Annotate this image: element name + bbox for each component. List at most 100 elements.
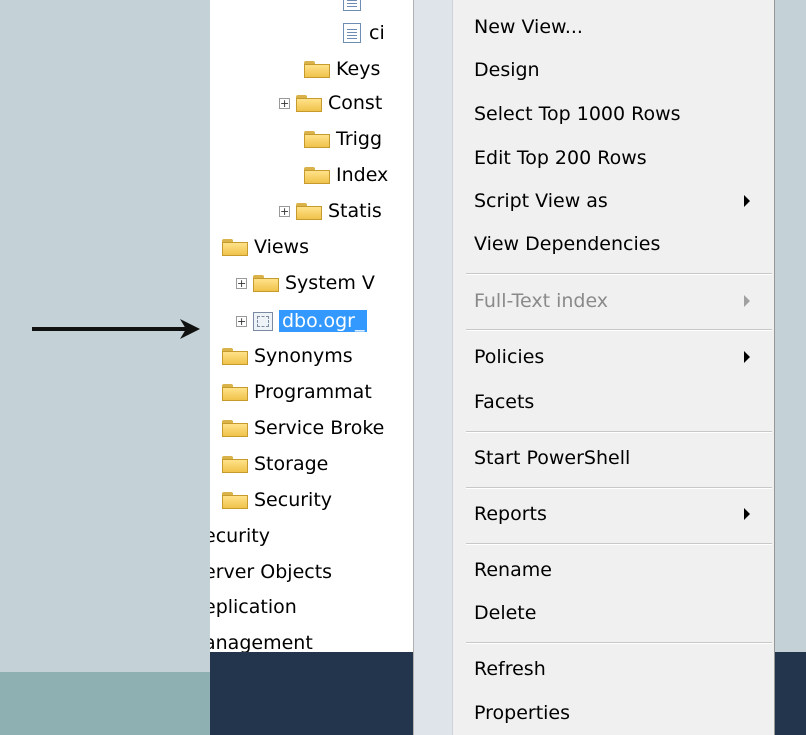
- tree-item-server-security[interactable]: ecurity: [210, 521, 270, 551]
- menu-item-start-powershell[interactable]: Start PowerShell: [474, 443, 764, 473]
- menu-item-label: View Dependencies: [474, 233, 661, 255]
- tree-item-label: Trigg: [336, 128, 383, 150]
- tree-item-security[interactable]: Security: [222, 485, 332, 515]
- tree-item[interactable]: ci: [343, 18, 385, 48]
- tree-item-keys[interactable]: Keys: [304, 54, 380, 84]
- tree-item-service-broker[interactable]: Service Broke: [222, 413, 384, 443]
- tree-item-triggers[interactable]: Trigg: [304, 124, 382, 154]
- tree-item[interactable]: [343, 0, 369, 16]
- folder-icon: [222, 347, 248, 365]
- menu-item-full-text-index: Full-Text index: [474, 286, 764, 316]
- tree-item-label: erver Objects: [210, 561, 333, 583]
- folder-icon: [304, 166, 330, 184]
- tree-item-label: ci: [369, 22, 385, 44]
- tree-item-label: eplication: [210, 596, 297, 618]
- tree-item-label: Statis: [328, 200, 382, 222]
- menu-item-label: Facets: [474, 391, 535, 413]
- folder-icon: [222, 419, 248, 437]
- menu-item-delete[interactable]: Delete: [474, 598, 764, 628]
- tree-item-label: Synonyms: [254, 345, 353, 367]
- tree-item-label: Security: [254, 489, 333, 511]
- document-icon: [343, 23, 361, 43]
- menu-separator: [466, 487, 772, 489]
- tree-item-synonyms[interactable]: Synonyms: [222, 341, 353, 371]
- folder-icon: [222, 455, 248, 473]
- tree-item-views[interactable]: Views: [222, 232, 309, 262]
- tree-item-system-views[interactable]: + System V: [236, 268, 375, 298]
- menu-item-rename[interactable]: Rename: [474, 555, 764, 585]
- submenu-arrow-icon: [744, 195, 750, 207]
- menu-item-reports[interactable]: Reports: [474, 499, 764, 529]
- tree-item-server-objects[interactable]: erver Objects: [210, 557, 332, 587]
- tree-item-statistics[interactable]: + Statis: [279, 196, 382, 226]
- document-icon: [343, 0, 361, 11]
- menu-separator: [466, 273, 772, 275]
- menu-item-design[interactable]: Design: [474, 55, 764, 85]
- menu-item-label: Refresh: [474, 658, 546, 680]
- folder-icon: [253, 274, 279, 292]
- menu-item-edit-top-rows[interactable]: Edit Top 200 Rows: [474, 143, 764, 173]
- menu-separator: [466, 543, 772, 545]
- expand-icon[interactable]: +: [236, 315, 247, 327]
- tree-item-constraints[interactable]: + Const: [279, 88, 382, 118]
- folder-icon: [222, 238, 248, 256]
- tree-item-label: Programmat: [254, 381, 372, 403]
- tree-item-label: Views: [254, 236, 309, 258]
- menu-separator: [466, 642, 772, 644]
- submenu-arrow-icon: [744, 351, 750, 363]
- menu-item-label: Select Top 1000 Rows: [474, 103, 681, 125]
- tree-item-programmability[interactable]: Programmat: [222, 377, 372, 407]
- tree-item-label: Keys: [336, 58, 381, 80]
- menu-separator: [466, 329, 772, 331]
- menu-item-new-view[interactable]: New View...: [474, 12, 764, 42]
- menu-item-select-top-rows[interactable]: Select Top 1000 Rows: [474, 99, 764, 129]
- tree-item-label: Const: [328, 92, 383, 114]
- tree-item-label: anagement: [210, 632, 313, 652]
- menu-item-view-dependencies[interactable]: View Dependencies: [474, 229, 764, 259]
- submenu-arrow-icon: [744, 295, 750, 307]
- folder-icon: [304, 130, 330, 148]
- tree-item-label: Service Broke: [254, 417, 385, 439]
- folder-icon: [222, 491, 248, 509]
- view-icon: [253, 311, 273, 331]
- tree-item-label: Storage: [254, 453, 329, 475]
- folder-icon: [222, 383, 248, 401]
- tree-item-replication[interactable]: eplication: [210, 592, 297, 622]
- menu-item-label: Properties: [474, 702, 571, 724]
- tree-item-label: Index: [336, 164, 389, 186]
- menu-icon-gutter: [414, 0, 453, 735]
- menu-item-label: Reports: [474, 503, 547, 525]
- tree-item-selected-view[interactable]: + dbo.ogr_: [236, 306, 368, 336]
- tree-item-label: ecurity: [210, 525, 270, 547]
- menu-separator: [466, 431, 772, 433]
- menu-item-properties[interactable]: Properties: [474, 698, 764, 728]
- tree-item-label: dbo.ogr_: [279, 310, 368, 332]
- menu-item-label: New View...: [474, 16, 583, 38]
- menu-item-facets[interactable]: Facets: [474, 387, 764, 417]
- menu-item-policies[interactable]: Policies: [474, 342, 764, 372]
- menu-item-label: Script View as: [474, 190, 608, 212]
- expand-icon[interactable]: +: [279, 205, 290, 217]
- menu-item-label: Delete: [474, 602, 537, 624]
- menu-item-script-view-as[interactable]: Script View as: [474, 186, 764, 216]
- expand-icon[interactable]: +: [279, 97, 290, 109]
- context-menu: New View... Design Select Top 1000 Rows …: [413, 0, 775, 735]
- folder-icon: [304, 60, 330, 78]
- menu-item-label: Full-Text index: [474, 290, 609, 312]
- menu-item-refresh[interactable]: Refresh: [474, 654, 764, 684]
- menu-item-label: Policies: [474, 346, 545, 368]
- menu-item-label: Edit Top 200 Rows: [474, 147, 647, 169]
- tree-item-management[interactable]: anagement: [210, 628, 313, 652]
- tree-item-label: System V: [285, 272, 375, 294]
- submenu-arrow-icon: [744, 508, 750, 520]
- menu-item-label: Design: [474, 59, 540, 81]
- menu-item-label: Start PowerShell: [474, 447, 631, 469]
- tree-item-storage[interactable]: Storage: [222, 449, 328, 479]
- folder-icon: [296, 202, 322, 220]
- tree-item-indexes[interactable]: Index: [304, 160, 388, 190]
- object-explorer-tree: ci Keys + Const Trigg Index + Statis Vie…: [210, 0, 415, 652]
- menu-item-label: Rename: [474, 559, 552, 581]
- expand-icon[interactable]: +: [236, 277, 247, 289]
- pointer-arrow-icon: [32, 319, 200, 339]
- folder-icon: [296, 94, 322, 112]
